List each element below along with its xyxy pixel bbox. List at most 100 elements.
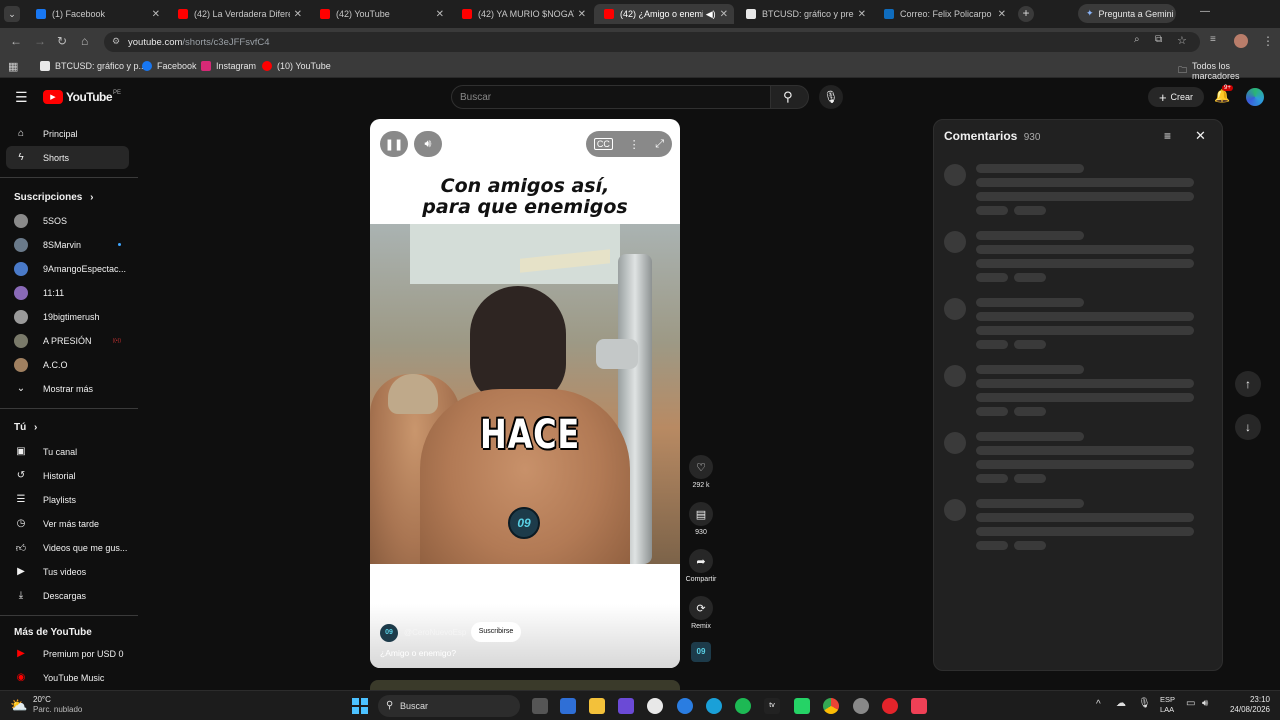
comments-button[interactable]: ▤ 930 <box>686 502 716 536</box>
subscription-item[interactable]: 19bigtimerush <box>6 305 129 328</box>
weather-icon[interactable]: ⛅ <box>10 697 27 714</box>
search-button[interactable]: ⚲ <box>771 85 809 109</box>
subscription-item[interactable]: A.C.O <box>6 353 129 376</box>
sidebar-item-shorts[interactable]: ϟ Shorts <box>6 146 129 169</box>
search-input[interactable]: Buscar <box>451 85 771 109</box>
browser-tab[interactable]: (42) YouTube ✕ <box>310 4 450 24</box>
next-short-button[interactable]: ↓ <box>1235 414 1261 440</box>
chrome-icon[interactable] <box>823 698 839 714</box>
pause-button[interactable]: ❚❚ <box>380 131 408 157</box>
volume-tray-icon[interactable]: 🔊︎ <box>1202 698 1208 709</box>
subscription-item[interactable]: 5SOS <box>6 209 129 232</box>
home-icon[interactable]: ⌂ <box>81 34 88 48</box>
short-player[interactable]: Con amigos así, para que enemigos HACE 0… <box>370 119 680 668</box>
account-avatar[interactable] <box>1246 88 1264 106</box>
browser-tab-active[interactable]: (42) ¿Amigo o enemig ◀︎) ✕ <box>594 4 734 24</box>
install-app-icon[interactable]: ⧉ <box>1155 34 1162 45</box>
sort-icon[interactable]: ≡ <box>1164 129 1171 143</box>
language-indicator[interactable]: ESP LAA <box>1160 695 1175 715</box>
close-icon[interactable]: ✕ <box>720 9 728 20</box>
more-options-icon[interactable]: ⋮ <box>629 138 640 151</box>
start-button[interactable] <box>352 698 368 714</box>
tray-overflow-icon[interactable]: ^ <box>1096 699 1101 710</box>
bookmark-star-icon[interactable]: ☆ <box>1177 34 1187 47</box>
subscription-item[interactable]: A PRESIÓN ((•)) <box>6 329 129 352</box>
notifications-button[interactable]: 🔔 9+ <box>1214 85 1233 104</box>
sidebar-item-downloads[interactable]: ⤓ Descargas <box>6 584 129 607</box>
clock[interactable]: 23:10 24/08/2026 <box>1216 695 1270 715</box>
fullscreen-icon[interactable]: ⤢ <box>655 138 664 151</box>
copilot-icon[interactable] <box>677 698 693 714</box>
sidebar-item-playlists[interactable]: ☰ Playlists <box>6 488 129 511</box>
profile-avatar[interactable] <box>1234 34 1248 48</box>
sidebar-item-home[interactable]: ⌂ Principal <box>6 122 129 145</box>
video-description[interactable]: ¿Amigo o enemigo? <box>380 648 456 658</box>
edge-icon[interactable] <box>706 698 722 714</box>
sidebar-item-watch-later[interactable]: ◷ Ver más tarde <box>6 512 129 535</box>
volume-button[interactable]: 🔊︎ <box>414 131 442 157</box>
subscriptions-header[interactable]: Suscripciones › <box>14 192 93 203</box>
close-icon[interactable]: ✕ <box>578 9 586 20</box>
voice-search-button[interactable]: 🎙 <box>819 85 843 109</box>
subscription-item[interactable]: 9AmangoEspectac... <box>6 257 129 280</box>
remix-button[interactable]: ⟳ Remix <box>686 596 716 630</box>
close-icon[interactable]: ✕ <box>858 9 866 20</box>
zoom-icon[interactable]: ⌕ <box>1134 34 1140 45</box>
back-icon[interactable]: ← <box>10 34 22 48</box>
browser-tab[interactable]: (42) La Verdadera Diferencia ✕ <box>168 4 308 24</box>
youtube-logo[interactable]: ▶ YouTube PE <box>43 90 121 104</box>
tab-search-button[interactable]: ⌄ <box>4 6 20 22</box>
hamburger-menu-icon[interactable]: ☰ <box>15 89 28 106</box>
browser-tab[interactable]: BTCUSD: gráfico y precio d ✕ <box>736 4 872 24</box>
app-icon[interactable] <box>882 698 898 714</box>
spotify-icon[interactable] <box>735 698 751 714</box>
show-more-button[interactable]: ⌄ Mostrar más <box>6 377 129 400</box>
sidebar-item-your-videos[interactable]: ▶ Tus videos <box>6 560 129 583</box>
close-icon[interactable]: ✕ <box>152 9 160 20</box>
all-bookmarks-folder[interactable]: 🗀 Todos los marcadores <box>1178 61 1280 81</box>
monitor-tray-icon[interactable]: ▭ <box>1186 698 1195 709</box>
close-icon[interactable]: ✕ <box>436 9 444 20</box>
channel-avatar[interactable]: 09 <box>380 624 398 642</box>
browser-tab[interactable]: Correo: Felix Policarpo - O ✕ <box>874 4 1012 24</box>
subscription-item[interactable]: 11:11 <box>6 281 129 304</box>
browser-tab[interactable]: (1) Facebook ✕ <box>26 4 166 24</box>
app-icon[interactable] <box>853 698 869 714</box>
next-short-preview[interactable] <box>370 680 680 690</box>
widgets-icon[interactable] <box>560 698 576 714</box>
sidebar-item-history[interactable]: ↺ Historial <box>6 464 129 487</box>
reload-icon[interactable]: ↻ <box>57 34 67 48</box>
browser-tab[interactable]: (42) YA MURIO $NOGAY L ✕ <box>452 4 592 24</box>
site-info-icon[interactable]: ⚙ <box>112 36 120 47</box>
subscribe-button[interactable]: Suscribirse <box>471 622 521 642</box>
sidebar-item-music[interactable]: ◉ YouTube Music <box>6 666 129 689</box>
file-explorer-icon[interactable] <box>589 698 605 714</box>
close-icon[interactable]: ✕ <box>1195 128 1206 144</box>
network-tray-icon[interactable]: ☁ <box>1116 698 1126 709</box>
bookmark-item[interactable]: Facebook <box>142 61 197 71</box>
bookmark-item[interactable]: (10) YouTube <box>262 61 331 71</box>
bookmark-item[interactable]: BTCUSD: gráfico y p... <box>40 61 146 71</box>
address-bar[interactable]: ⚙ youtube.com/shorts/c3eJFFsvfC4 <box>104 32 1200 52</box>
sidebar-item-your-channel[interactable]: ▣ Tu canal <box>6 440 129 463</box>
close-icon[interactable]: ✕ <box>998 9 1006 20</box>
taskbar-search[interactable]: ⚲ Buscar <box>378 695 520 717</box>
apple-tv-icon[interactable]: tv <box>764 698 780 714</box>
app-icon[interactable] <box>618 698 634 714</box>
captions-icon[interactable]: CC <box>593 138 613 150</box>
pocket-icon[interactable] <box>911 698 927 714</box>
sidebar-item-liked-videos[interactable]: 👍︎ Videos que me gus... <box>6 536 129 559</box>
minimize-button[interactable]: — <box>1200 6 1210 17</box>
forward-icon[interactable]: → <box>34 34 46 48</box>
previous-short-button[interactable]: ↑ <box>1235 371 1261 397</box>
gemini-button[interactable]: ✦ Pregunta a Gemini <box>1078 4 1176 23</box>
whatsapp-icon[interactable] <box>794 698 810 714</box>
mic-tray-icon[interactable]: 🎙 <box>1138 698 1151 709</box>
new-tab-button[interactable]: + <box>1018 6 1034 22</box>
close-icon[interactable]: ✕ <box>294 9 302 20</box>
channel-name[interactable]: @CeroNuevoEsp <box>404 628 466 637</box>
chatgpt-icon[interactable] <box>647 698 663 714</box>
apps-icon[interactable]: ▦ <box>8 60 18 73</box>
speaker-icon[interactable]: ◀︎) <box>706 9 716 20</box>
you-header[interactable]: Tú › <box>14 422 37 433</box>
